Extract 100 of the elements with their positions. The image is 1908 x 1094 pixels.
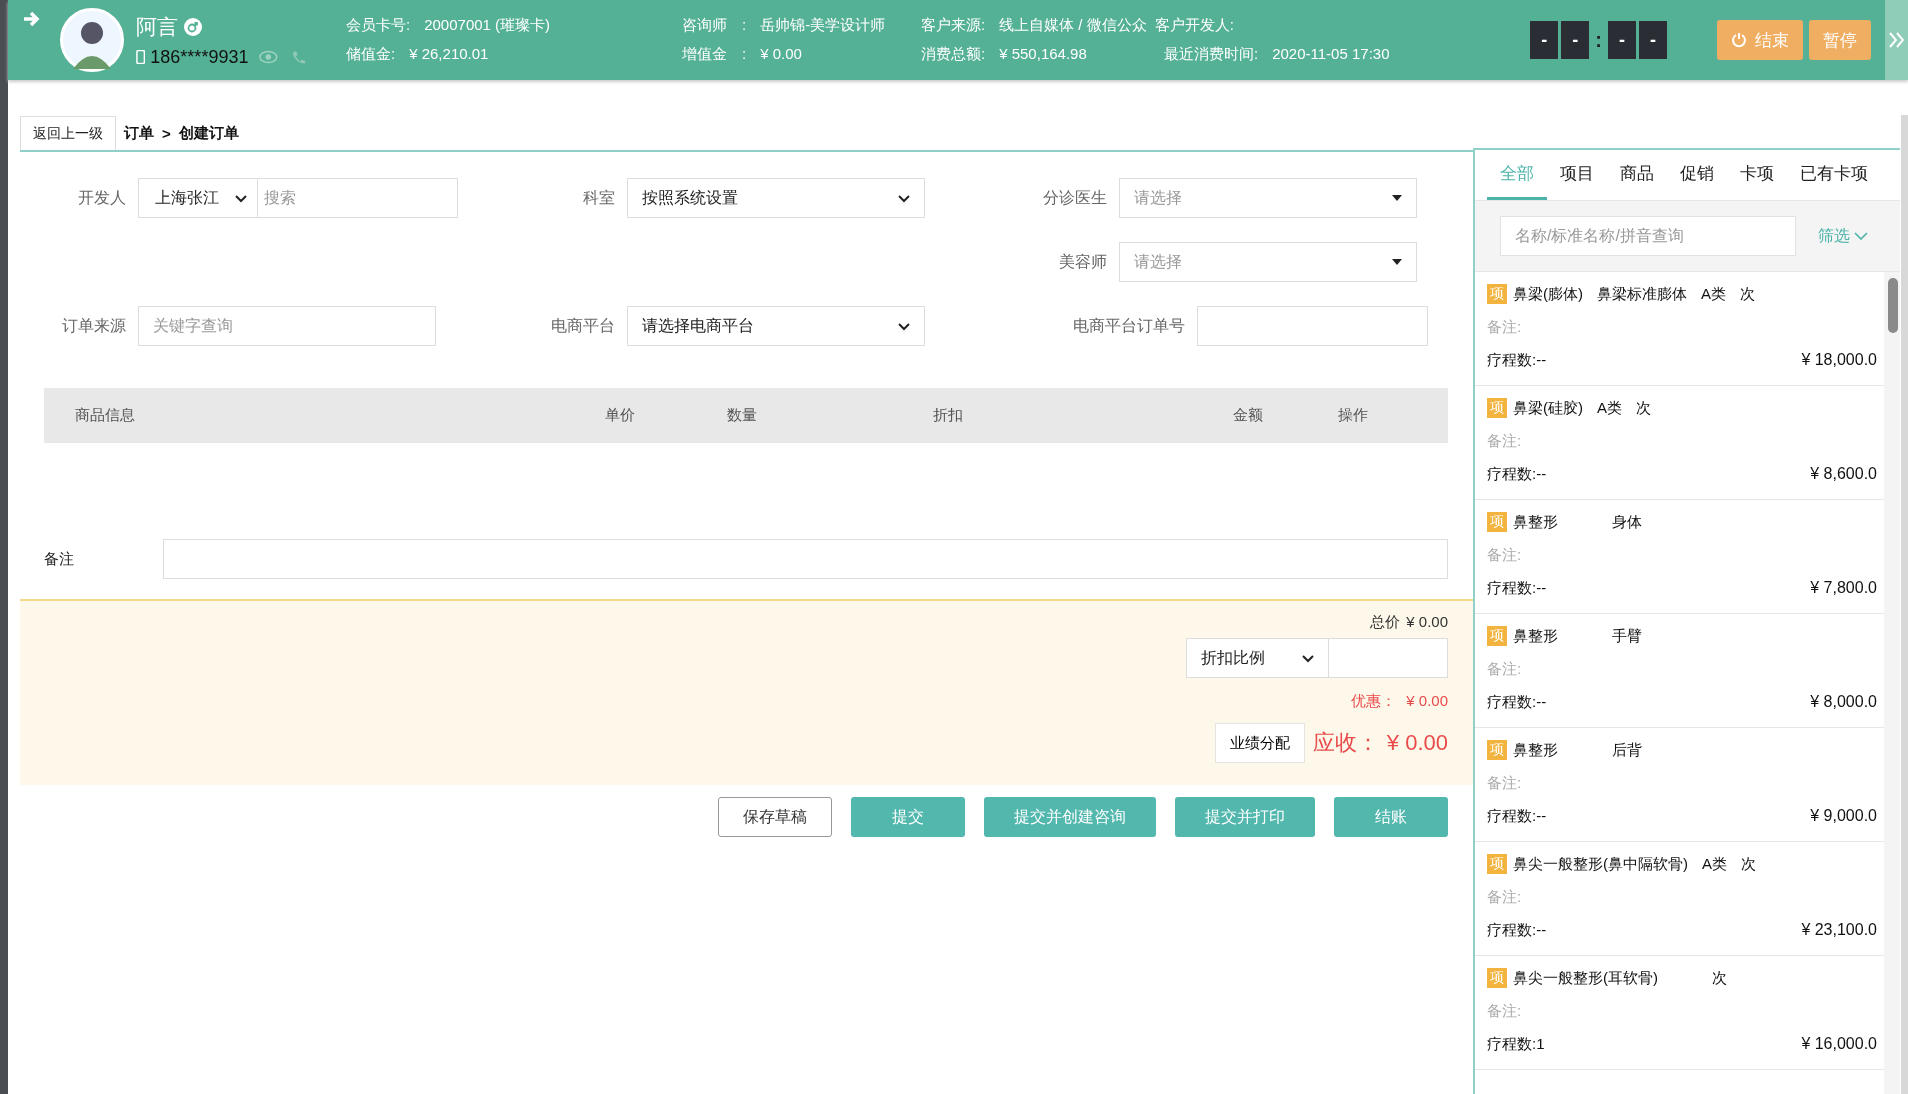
- discount-value: ¥ 0.00: [1406, 692, 1448, 711]
- chevron-down-icon: [1854, 232, 1868, 240]
- remark-text: 备注:: [1487, 546, 1523, 565]
- caret-icon: [1392, 259, 1402, 265]
- allocate-button[interactable]: 业绩分配: [1214, 723, 1305, 763]
- item-name: 鼻整形: [1513, 626, 1558, 646]
- input-field[interactable]: 关键字查询: [138, 306, 436, 346]
- arrow-right-icon: [22, 10, 40, 28]
- item-name: 鼻梁(硅胶): [1513, 398, 1583, 418]
- info-value: ¥ 550,164.98: [999, 45, 1087, 64]
- field-label: 订单来源: [61, 315, 126, 336]
- search-field[interactable]: 搜索: [258, 178, 458, 218]
- field-label: 美容师: [1058, 251, 1107, 272]
- double-chevron-icon: [1889, 32, 1904, 48]
- item-tag: 项: [1487, 284, 1507, 304]
- price-text: ¥ 9,000.0: [1810, 807, 1877, 826]
- field-label: 科室: [582, 187, 615, 208]
- customer-name: 阿言: [136, 13, 178, 40]
- tab[interactable]: 项目: [1547, 150, 1607, 200]
- column-header: 金额: [1233, 406, 1264, 425]
- input-field[interactable]: [1197, 306, 1428, 346]
- item-name: 鼻尖一般整形(鼻中隔软骨): [1513, 854, 1688, 874]
- item-tag: 项: [1487, 740, 1507, 760]
- column-header: 数量: [727, 406, 758, 425]
- search-field[interactable]: 名称/标准名称/拼音查询: [1500, 216, 1796, 256]
- item-name: 鼻尖一般整形(耳软骨): [1513, 968, 1658, 988]
- item-tag: 项: [1487, 398, 1507, 418]
- info-value: 20007001 (璀璨卡): [424, 16, 551, 35]
- breadcrumb-item: 创建订单: [178, 123, 239, 143]
- field-label: 电商平台: [550, 315, 615, 336]
- info-label: 消费总额:: [921, 45, 986, 64]
- breadcrumb-item[interactable]: 订单: [124, 123, 154, 143]
- total-label: 总价: [1370, 613, 1401, 632]
- select-field[interactable]: 请选择电商平台: [627, 306, 925, 346]
- column-header: 折扣: [933, 406, 964, 425]
- placeholder-text: 请选择: [1134, 187, 1182, 208]
- remark-text: 备注:: [1487, 318, 1523, 337]
- item-spec: 次: [1712, 968, 1727, 988]
- sessions-text: 疗程数:--: [1487, 351, 1547, 370]
- remark-text: 备注:: [1487, 774, 1523, 793]
- timer-digit: -: [1530, 21, 1559, 59]
- action-button[interactable]: 保存草稿: [718, 797, 832, 837]
- caret-icon: [235, 193, 247, 203]
- back-button[interactable]: 返回上一级: [20, 116, 116, 150]
- item-spec: 鼻梁标准膨体: [1597, 284, 1687, 304]
- info-label: 最近消费时间:: [1164, 45, 1259, 64]
- timer-digit: -: [1639, 21, 1667, 59]
- mobile-icon: [136, 50, 146, 64]
- tab[interactable]: 促销: [1667, 150, 1727, 200]
- sessions-text: 疗程数:--: [1487, 465, 1547, 484]
- timer-separator: :: [1595, 28, 1602, 52]
- sessions-text: 疗程数:--: [1487, 807, 1547, 826]
- tab[interactable]: 卡项: [1727, 150, 1787, 200]
- due-label: 应收：: [1312, 729, 1379, 757]
- discount-field[interactable]: [1329, 638, 1448, 678]
- power-icon: [1731, 32, 1747, 48]
- info-label: 会员卡号:: [346, 16, 411, 35]
- item-tag: 项: [1487, 626, 1507, 646]
- tab[interactable]: 已有卡项: [1787, 150, 1881, 200]
- item-tag: 项: [1487, 968, 1507, 988]
- item-name: 鼻梁(膨体): [1513, 284, 1583, 304]
- item-tag: 项: [1487, 854, 1507, 874]
- breadcrumb-separator: >: [162, 124, 171, 142]
- price-text: ¥ 8,000.0: [1810, 693, 1877, 712]
- field-label: 分诊医生: [1042, 187, 1107, 208]
- phone-icon: [291, 49, 306, 65]
- column-header: 商品信息: [75, 406, 136, 425]
- item-tag: 项: [1487, 512, 1507, 532]
- info-label: 客户开发人:: [1154, 16, 1234, 35]
- remark-text: 备注:: [1487, 1002, 1523, 1021]
- remark-text: 备注:: [1487, 888, 1523, 907]
- remark-field[interactable]: [163, 539, 1448, 579]
- price-text: ¥ 18,000.0: [1801, 351, 1877, 370]
- caret-icon: [898, 193, 910, 203]
- column-header: 操作: [1338, 406, 1369, 425]
- remark-text: 备注:: [1487, 660, 1523, 679]
- discount-label: 优惠：: [1351, 692, 1397, 711]
- info-value: 2020-11-05 17:30: [1272, 45, 1390, 64]
- timer-digit: -: [1608, 21, 1636, 59]
- info-label: 咨询师 :: [682, 16, 747, 35]
- info-value: ¥ 26,210.01: [409, 45, 489, 64]
- item-spec: 手臂: [1612, 626, 1642, 646]
- sessions-text: 疗程数:1: [1487, 1035, 1545, 1054]
- price-text: ¥ 16,000.0: [1801, 1035, 1877, 1054]
- select-field[interactable]: 折扣比例: [1186, 638, 1329, 678]
- due-value: ¥ 0.00: [1386, 730, 1448, 756]
- info-value: ¥ 0.00: [760, 45, 802, 64]
- sessions-text: 疗程数:--: [1487, 579, 1547, 598]
- tab[interactable]: 商品: [1607, 150, 1667, 200]
- collapse-toggle[interactable]: [1885, 0, 1908, 80]
- price-text: ¥ 23,100.0: [1801, 921, 1877, 940]
- item-name: 鼻整形: [1513, 512, 1558, 532]
- placeholder-text: 请选择: [1134, 251, 1182, 272]
- item-spec: A类: [1597, 398, 1622, 418]
- item-spec: 次: [1636, 398, 1651, 418]
- item-spec: 后背: [1612, 740, 1642, 760]
- select-field[interactable]: 上海张江: [138, 178, 258, 218]
- item-spec: A类: [1702, 854, 1727, 874]
- phone-number: 186****9931: [150, 46, 249, 68]
- select-field[interactable]: 按照系统设置: [627, 178, 925, 218]
